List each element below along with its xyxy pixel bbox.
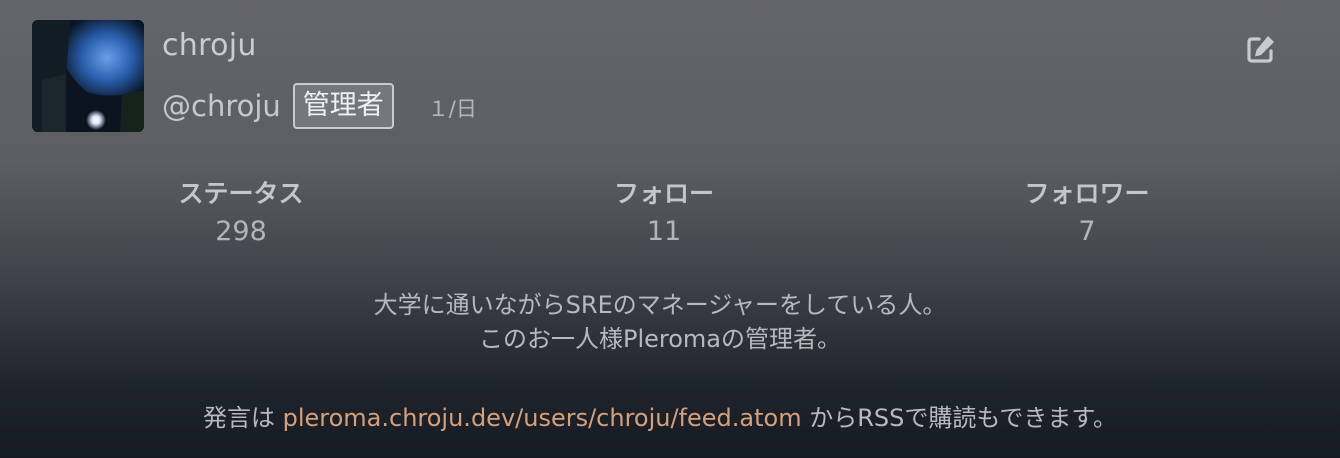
role-badge: 管理者 [292,83,394,129]
user-bio: 大学に通いながらSREのマネージャーをしている人。 このお一人様Pleromaの… [0,288,1320,356]
handle-row: @chroju 管理者 １/日 [162,76,477,136]
stat-following[interactable]: フォロー 11 [544,174,784,247]
stat-value: 11 [646,216,682,247]
stat-followers[interactable]: フォロワー 7 [967,174,1207,247]
stat-statuses[interactable]: ステータス 298 [121,174,361,247]
stat-value: 7 [1078,216,1096,247]
rss-notice: 発言は pleroma.chroju.dev/users/chroju/feed… [0,398,1320,433]
edit-icon [1247,36,1274,63]
profile-stats: ステータス 298 フォロー 11 フォロワー 7 [0,174,1340,254]
edit-profile-button[interactable] [1246,34,1276,64]
bio-line: このお一人様Pleromaの管理者。 [478,325,841,353]
rss-suffix: からRSSで購読もできます。 [809,404,1118,432]
stat-label: フォロー [613,179,714,208]
stat-label: ステータス [178,179,304,208]
post-rate: １/日 [427,97,477,121]
rss-feed-link[interactable]: pleroma.chroju.dev/users/chroju/feed.ato… [283,404,802,432]
user-handle[interactable]: @chroju [162,89,281,123]
bio-line: 大学に通いながらSREのマネージャーをしている人。 [373,291,947,319]
display-name: chroju [162,28,257,63]
rss-prefix: 発言は [202,404,275,432]
stat-label: フォロワー [1024,179,1150,208]
avatar[interactable] [32,20,144,132]
stat-value: 298 [215,216,267,247]
